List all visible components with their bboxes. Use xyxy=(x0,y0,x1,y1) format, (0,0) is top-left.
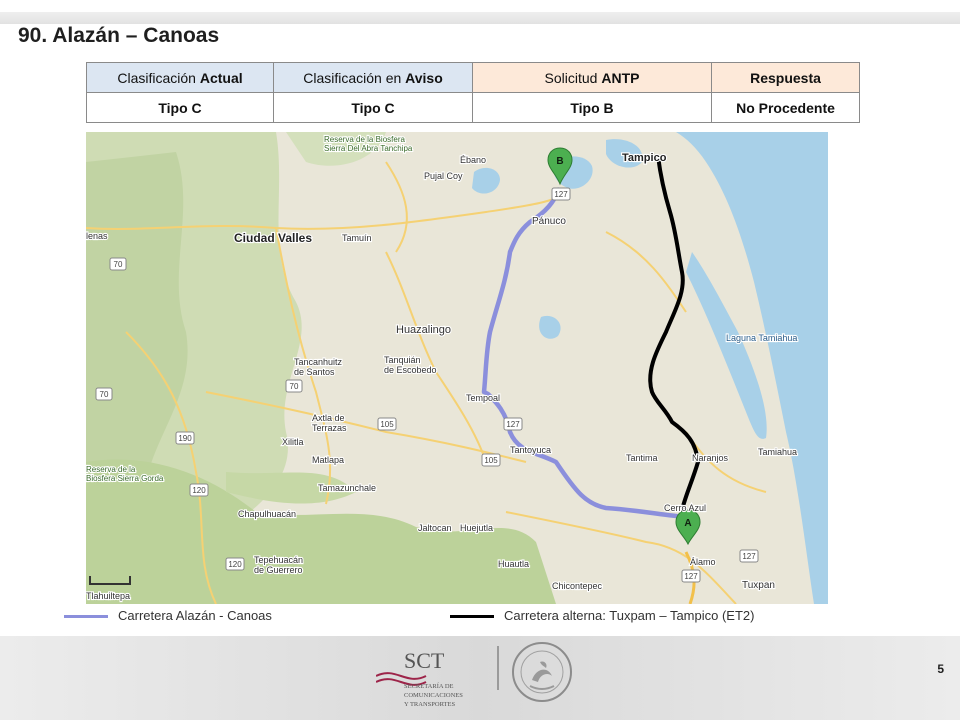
table-header-row: Clasificación Actual Clasificación en Av… xyxy=(86,62,860,93)
place-label-laguna-tamiahua: Laguna Tamiahua xyxy=(726,333,797,343)
route-shield: 70 xyxy=(95,387,113,401)
table-cell: Tipo B xyxy=(472,92,712,123)
svg-text:190: 190 xyxy=(178,434,192,443)
place-label-ciudad-valles: Ciudad Valles xyxy=(234,231,312,245)
route-shield: 120 xyxy=(225,557,245,571)
place-label-matlapa: Matlapa xyxy=(312,455,344,465)
marker-b-label: B xyxy=(556,156,563,167)
header-bold: Actual xyxy=(199,69,243,86)
place-label-tantima: Tantima xyxy=(626,453,658,463)
route-shield: 105 xyxy=(377,417,397,431)
legend-label-alazan: Carretera Alazán - Canoas xyxy=(118,608,272,623)
header-text: Solicitud xyxy=(544,69,602,86)
place-label-panuco: Pánuco xyxy=(532,216,566,227)
header-cell: Respuesta xyxy=(711,62,860,93)
classification-table: Clasificación Actual Clasificación en Av… xyxy=(86,62,860,123)
sct-logo-title: SCT xyxy=(404,648,445,673)
svg-text:105: 105 xyxy=(380,420,394,429)
map-canvas: B A 127 127 105 70 70 70 190 120 120 105… xyxy=(86,132,828,604)
place-label-tantoyuca: Tantoyuca xyxy=(510,445,551,455)
place-label-cerro-azul: Cerro Azul xyxy=(664,503,706,513)
route-shield: 120 xyxy=(189,483,209,497)
sct-logo-line: Y TRANSPORTES xyxy=(404,701,455,708)
header-bold: Aviso xyxy=(405,69,443,86)
place-label-biosfera-tanchipa: Reserva de la Biosfera Sierra Del Abra Ta… xyxy=(324,135,413,153)
footer-divider xyxy=(497,646,499,690)
header-cell: Clasificación Actual xyxy=(86,62,274,93)
svg-text:127: 127 xyxy=(684,572,698,581)
table-cell: Tipo C xyxy=(86,92,274,123)
place-label-huejutla: Huejutla xyxy=(460,523,493,533)
place-label-tlahuiltepa: Tlahuiltepa xyxy=(86,591,130,601)
route-shield: 127 xyxy=(681,569,701,583)
place-label-tamuin: Tamuín xyxy=(342,233,372,243)
svg-text:70: 70 xyxy=(114,260,123,269)
place-label-naranjos: Naranjos xyxy=(692,453,729,463)
svg-text:70: 70 xyxy=(290,382,299,391)
place-label-axtla: Axtla de Terrazas xyxy=(312,413,347,433)
page-number: 5 xyxy=(937,662,944,676)
place-label-chapulhuacan: Chapulhuacán xyxy=(238,509,296,519)
route-shield: 127 xyxy=(503,417,523,431)
route-shield: 127 xyxy=(739,549,759,563)
route-shield: 190 xyxy=(175,431,195,445)
place-label-tamiahua: Tamiahua xyxy=(758,447,797,457)
table-cell: No Procedente xyxy=(711,92,860,123)
svg-text:127: 127 xyxy=(554,190,568,199)
legend-alterna: Carretera alterna: Tuxpam – Tampico (ET2… xyxy=(450,608,754,628)
place-label-tampico: Tampico xyxy=(622,152,667,164)
table-row: Tipo C Tipo C Tipo B No Procedente xyxy=(86,92,860,123)
header-cell: Solicitud ANTP xyxy=(472,62,712,93)
national-seal xyxy=(512,642,572,702)
sct-logo: SCT SECRETARÍA DE COMUNICACIONES Y TRANS… xyxy=(376,648,463,708)
place-label-huazalingo: Huazalingo xyxy=(396,324,451,336)
svg-text:70: 70 xyxy=(100,390,109,399)
legend-swatch-alazan xyxy=(64,615,108,619)
header-bold: ANTP xyxy=(601,69,640,86)
place-label-tuxpan: Tuxpan xyxy=(742,580,775,591)
place-label-xilitla: Xilitla xyxy=(282,437,304,447)
legend-swatch-alterna xyxy=(450,615,494,619)
route-map[interactable]: B A 127 127 105 70 70 70 190 120 120 105… xyxy=(86,132,828,604)
route-shield: 127 xyxy=(551,187,571,201)
header-bold: Respuesta xyxy=(750,69,821,86)
svg-text:127: 127 xyxy=(742,552,756,561)
page-title: 90. Alazán – Canoas xyxy=(18,24,220,47)
svg-text:120: 120 xyxy=(228,560,242,569)
header-text: Clasificación en xyxy=(303,69,406,86)
route-shield: 105 xyxy=(481,453,501,467)
header-cell: Clasificación en Aviso xyxy=(273,62,473,93)
table-cell: Tipo C xyxy=(273,92,473,123)
marker-a-label: A xyxy=(684,518,691,529)
place-label-pujal-coy: Pujal Coy xyxy=(424,171,463,181)
top-bar xyxy=(0,12,960,24)
route-shield: 70 xyxy=(109,257,127,271)
svg-text:120: 120 xyxy=(192,486,206,495)
place-label-alamo: Álamo xyxy=(690,557,716,567)
place-label-ebano: Ébano xyxy=(460,155,486,165)
place-label-huautla: Huautla xyxy=(498,559,529,569)
place-label-tempoal: Tempoal xyxy=(466,393,500,403)
place-label-jaltocan: Jaltocan xyxy=(418,523,452,533)
place-label-tepehuacan: Tepehuacán de Guerrero xyxy=(254,555,303,575)
place-label-lenas: lenas xyxy=(86,231,108,241)
svg-text:127: 127 xyxy=(506,420,520,429)
sct-logo-line: COMUNICACIONES xyxy=(404,692,463,699)
header-text: Clasificación xyxy=(117,69,200,86)
place-label-tamazunchale: Tamazunchale xyxy=(318,483,376,493)
route-shield: 70 xyxy=(285,379,303,393)
svg-text:105: 105 xyxy=(484,456,498,465)
legend-label-alterna: Carretera alterna: Tuxpam – Tampico (ET2… xyxy=(504,608,755,623)
place-label-chicontepec: Chicontepec xyxy=(552,581,603,591)
legend-alazan: Carretera Alazán - Canoas xyxy=(64,608,272,628)
sct-logo-line: SECRETARÍA DE xyxy=(404,682,454,690)
